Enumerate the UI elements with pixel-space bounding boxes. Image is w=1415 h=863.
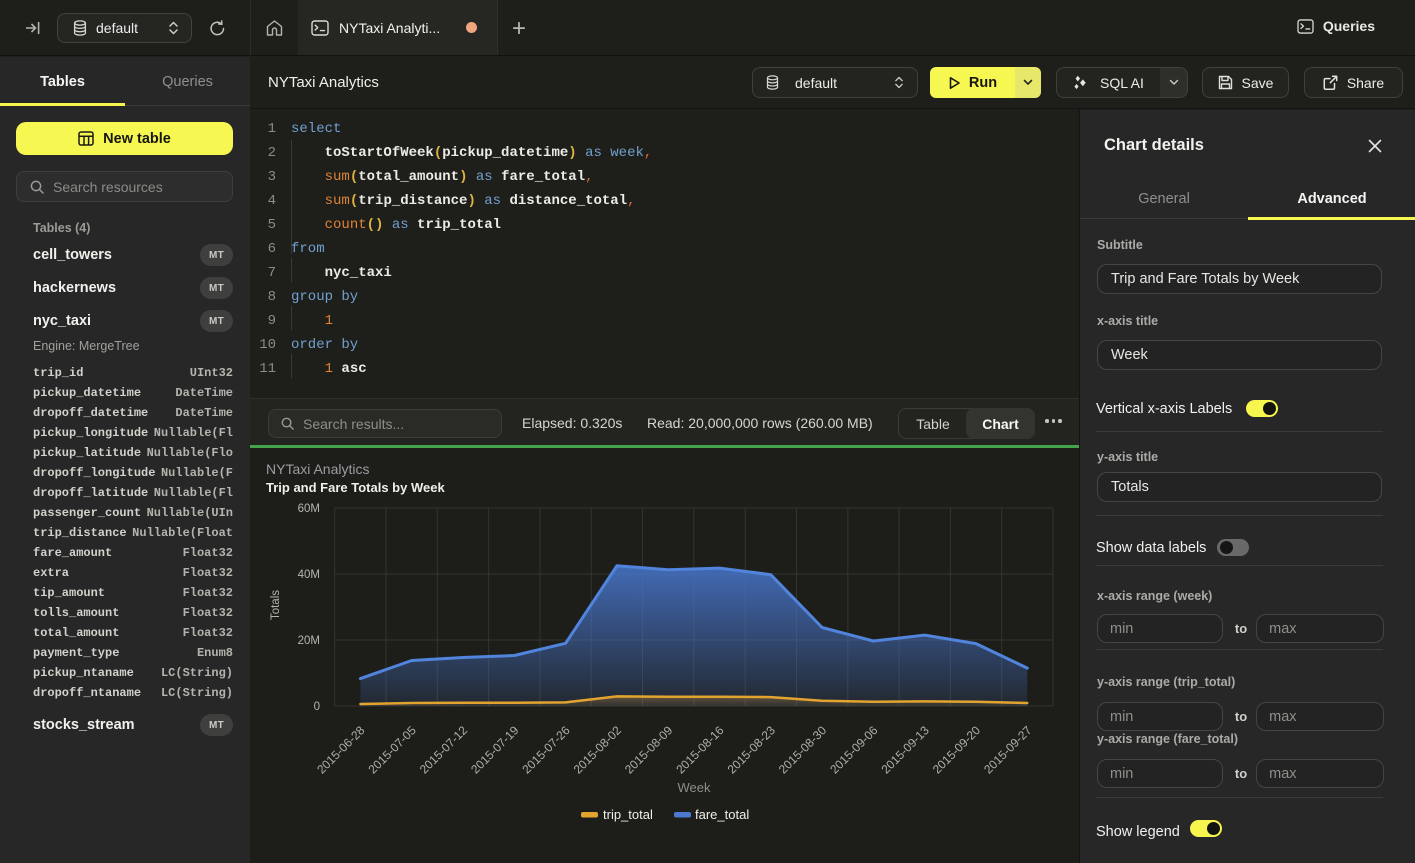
svg-text:2015-09-13: 2015-09-13 <box>879 723 933 777</box>
svg-text:2015-08-23: 2015-08-23 <box>725 723 779 777</box>
svg-text:2015-06-28: 2015-06-28 <box>314 723 368 777</box>
svg-text:2015-08-16: 2015-08-16 <box>673 723 727 777</box>
svg-text:20M: 20M <box>298 635 320 647</box>
svg-text:fare_total: fare_total <box>695 807 749 822</box>
svg-text:2015-07-05: 2015-07-05 <box>366 723 420 777</box>
svg-text:Week: Week <box>678 780 711 795</box>
svg-text:2015-09-27: 2015-09-27 <box>981 723 1035 777</box>
svg-text:Totals: Totals <box>270 590 282 620</box>
svg-text:2015-08-30: 2015-08-30 <box>776 723 830 777</box>
svg-text:40M: 40M <box>298 569 320 581</box>
svg-text:2015-09-06: 2015-09-06 <box>827 723 881 777</box>
svg-text:2015-08-02: 2015-08-02 <box>571 723 625 777</box>
svg-text:2015-08-09: 2015-08-09 <box>622 723 676 777</box>
svg-text:2015-07-26: 2015-07-26 <box>519 723 573 777</box>
svg-text:60M: 60M <box>298 503 320 515</box>
svg-text:2015-09-20: 2015-09-20 <box>930 723 984 777</box>
svg-text:2015-07-12: 2015-07-12 <box>417 723 471 777</box>
svg-text:trip_total: trip_total <box>603 807 653 822</box>
svg-text:0: 0 <box>314 701 320 713</box>
svg-text:2015-07-19: 2015-07-19 <box>468 723 522 777</box>
